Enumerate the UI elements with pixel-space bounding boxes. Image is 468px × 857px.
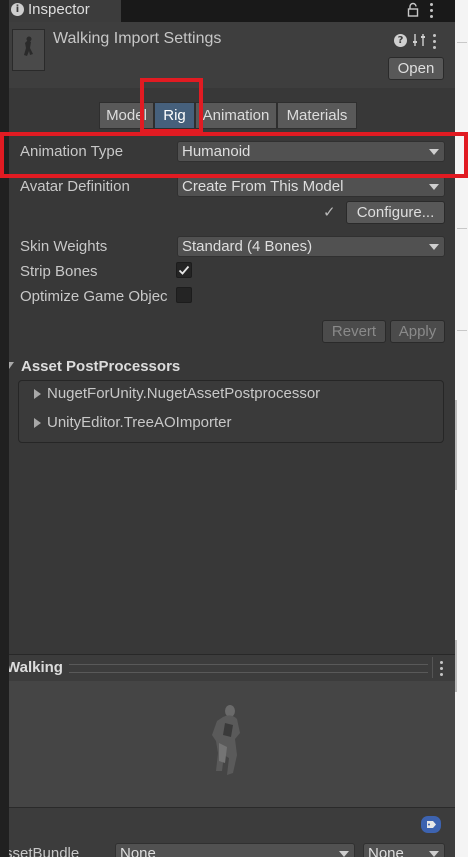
apply-button[interactable]: Apply xyxy=(390,320,445,343)
model-preview[interactable] xyxy=(9,681,455,807)
assetbundle-label: ssetBundle xyxy=(9,845,80,857)
character-model xyxy=(212,705,240,775)
assetbundle-bar: ssetBundle None None xyxy=(9,807,455,857)
tab-animation[interactable]: Animation xyxy=(195,102,277,129)
help-icon[interactable]: ? xyxy=(394,34,407,47)
postprocessors-title[interactable]: Asset PostProcessors xyxy=(21,358,180,375)
highlight-rig-tab xyxy=(140,78,203,133)
drag-handle[interactable] xyxy=(69,664,428,673)
checkmark-icon xyxy=(178,265,190,275)
list-item[interactable]: UnityEditor.TreeAOImporter xyxy=(47,414,232,431)
inspector-panel: i Inspector Walking Import Settings ? Op… xyxy=(9,0,455,857)
preset-icon[interactable] xyxy=(412,33,426,47)
left-edge xyxy=(0,0,9,857)
tab-menu-icon[interactable] xyxy=(429,3,435,21)
foldout-collapsed-icon[interactable] xyxy=(34,418,41,428)
model-thumbnail xyxy=(12,29,45,71)
preview-header[interactable]: Walking xyxy=(9,654,455,682)
chevron-down-icon xyxy=(429,851,439,857)
optimize-game-objects-checkbox[interactable] xyxy=(176,287,192,303)
chevron-down-icon xyxy=(339,851,349,857)
configure-button[interactable]: Configure... xyxy=(346,201,445,224)
tab-title: Inspector xyxy=(28,1,90,18)
skin-weights-label: Skin Weights xyxy=(20,238,108,255)
strip-bones-checkbox[interactable] xyxy=(176,262,192,278)
page-title: Walking Import Settings xyxy=(53,30,222,47)
foldout-expanded-icon[interactable] xyxy=(9,362,14,369)
assetbundle-variant-dropdown[interactable]: None xyxy=(363,843,445,857)
importer-tabs: Model Rig Animation Materials xyxy=(99,102,357,129)
avatar-definition-label: Avatar Definition xyxy=(20,178,130,195)
tab-materials[interactable]: Materials xyxy=(277,102,357,129)
header-menu-icon[interactable] xyxy=(432,34,438,52)
info-icon: i xyxy=(11,3,24,16)
list-item[interactable]: NugetForUnity.NugetAssetPostprocessor xyxy=(47,385,320,402)
skin-weights-dropdown[interactable]: Standard (4 Bones) xyxy=(177,236,445,257)
divider xyxy=(432,657,433,678)
right-edge xyxy=(455,0,468,857)
lock-icon[interactable] xyxy=(405,2,421,18)
assetbundle-name-dropdown[interactable]: None xyxy=(115,843,355,857)
optimize-game-objects-label: Optimize Game Objec xyxy=(20,288,168,305)
preview-title: Walking xyxy=(9,659,63,676)
highlight-animation-type xyxy=(0,132,468,178)
revert-button[interactable]: Revert xyxy=(322,320,386,343)
tab-bar: i Inspector xyxy=(9,0,455,22)
configure-check-icon: ✓ xyxy=(323,204,336,221)
inspector-tab[interactable]: i Inspector xyxy=(9,0,121,22)
strip-bones-label: Strip Bones xyxy=(20,263,98,280)
avatar-definition-dropdown[interactable]: Create From This Model xyxy=(177,176,445,197)
foldout-collapsed-icon[interactable] xyxy=(34,389,41,399)
chevron-down-icon xyxy=(429,184,439,190)
open-button[interactable]: Open xyxy=(388,57,444,80)
preview-menu-icon[interactable] xyxy=(439,661,445,679)
import-settings-header: Walking Import Settings ? Open xyxy=(9,22,455,88)
tag-icon[interactable] xyxy=(421,816,441,833)
postprocessors-list: NugetForUnity.NugetAssetPostprocessor Un… xyxy=(18,380,444,443)
chevron-down-icon xyxy=(429,244,439,250)
